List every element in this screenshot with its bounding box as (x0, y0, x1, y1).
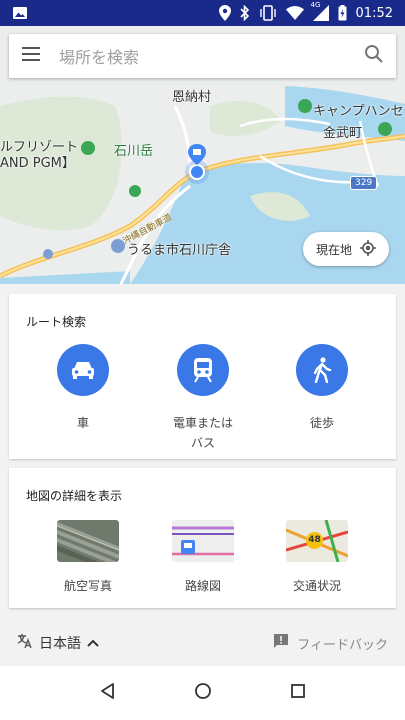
recents-icon[interactable] (290, 683, 306, 703)
language-selector[interactable]: 日本語 (17, 633, 99, 653)
map-details-title: 地図の詳細を表示 (26, 489, 123, 503)
map-label-onna: 恩納村 (172, 90, 212, 105)
wifi-icon (285, 6, 304, 20)
image-notification-icon (12, 5, 28, 21)
mode-car-label: 車 (76, 416, 89, 430)
status-bar: 4G 01:52 (0, 0, 405, 26)
train-icon (177, 344, 229, 396)
map-label-camp-hansen: キャンプハンセン (313, 104, 405, 119)
walk-icon (296, 344, 348, 396)
search-input[interactable]: 場所を検索 (59, 44, 364, 68)
footer: 日本語 フィードバック (0, 620, 405, 666)
menu-icon[interactable] (21, 46, 41, 66)
mode-transit-label-line1: 電車または (172, 416, 233, 430)
back-icon[interactable] (99, 682, 117, 704)
car-icon (57, 344, 109, 396)
status-time: 01:52 (355, 5, 393, 21)
search-bar[interactable]: 場所を検索 (9, 34, 396, 78)
map-details-card: 地図の詳細を表示 航空写真 路線図 48 交通状況 (9, 468, 396, 608)
cell-signal-icon: 4G (311, 1, 329, 21)
mode-transit[interactable]: 電車または バス (153, 344, 253, 453)
traffic-route-badge: 48 (306, 532, 323, 549)
layer-transit-label: 路線図 (184, 579, 221, 593)
home-icon[interactable] (194, 682, 212, 704)
network-type-label: 4G (310, 1, 321, 9)
feedback-label: フィードバック (297, 637, 388, 653)
map-label-resort-2: AND PGM】 (0, 156, 75, 171)
language-label: 日本語 (39, 636, 81, 652)
vibrate-icon (259, 5, 277, 21)
chevron-up-icon (87, 635, 99, 651)
bluetooth-icon (239, 5, 250, 21)
map-label-uruma: うるま市石川庁舎 (127, 243, 232, 258)
mode-transit-label-line2: バス (190, 436, 215, 450)
mode-walk[interactable]: 徒歩 (272, 344, 372, 433)
layer-traffic-label: 交通状況 (292, 579, 341, 593)
traffic-thumbnail: 48 (286, 520, 348, 562)
battery-icon (338, 5, 347, 21)
satellite-thumbnail (57, 520, 119, 562)
search-icon[interactable] (364, 44, 384, 68)
current-location-label: 現在地 (315, 242, 352, 257)
route-search-card: ルート検索 車 電車または バス 徒歩 (9, 294, 396, 459)
layer-satellite[interactable]: 航空写真 (43, 520, 133, 594)
current-location-button[interactable]: 現在地 (303, 232, 389, 266)
transit-thumbnail (172, 520, 234, 562)
layer-transit[interactable]: 路線図 (158, 520, 248, 594)
layer-satellite-label: 航空写真 (63, 579, 112, 593)
my-location-icon (360, 239, 376, 259)
feedback-button[interactable]: フィードバック (273, 633, 388, 653)
translate-icon (17, 633, 33, 653)
mode-car[interactable]: 車 (33, 344, 133, 433)
system-nav-bar (0, 666, 405, 720)
route-search-title: ルート検索 (26, 315, 87, 329)
layer-traffic[interactable]: 48 交通状況 (272, 520, 362, 594)
map-label-kin: 金武町 (323, 126, 363, 141)
feedback-icon (273, 633, 289, 653)
location-icon (218, 5, 231, 21)
mode-transit-label: 電車または バス (153, 413, 253, 453)
route-329-badge: 329 (350, 176, 378, 190)
mode-walk-label: 徒歩 (309, 416, 334, 430)
map-label-ishikawadake: 石川岳 (114, 144, 154, 159)
